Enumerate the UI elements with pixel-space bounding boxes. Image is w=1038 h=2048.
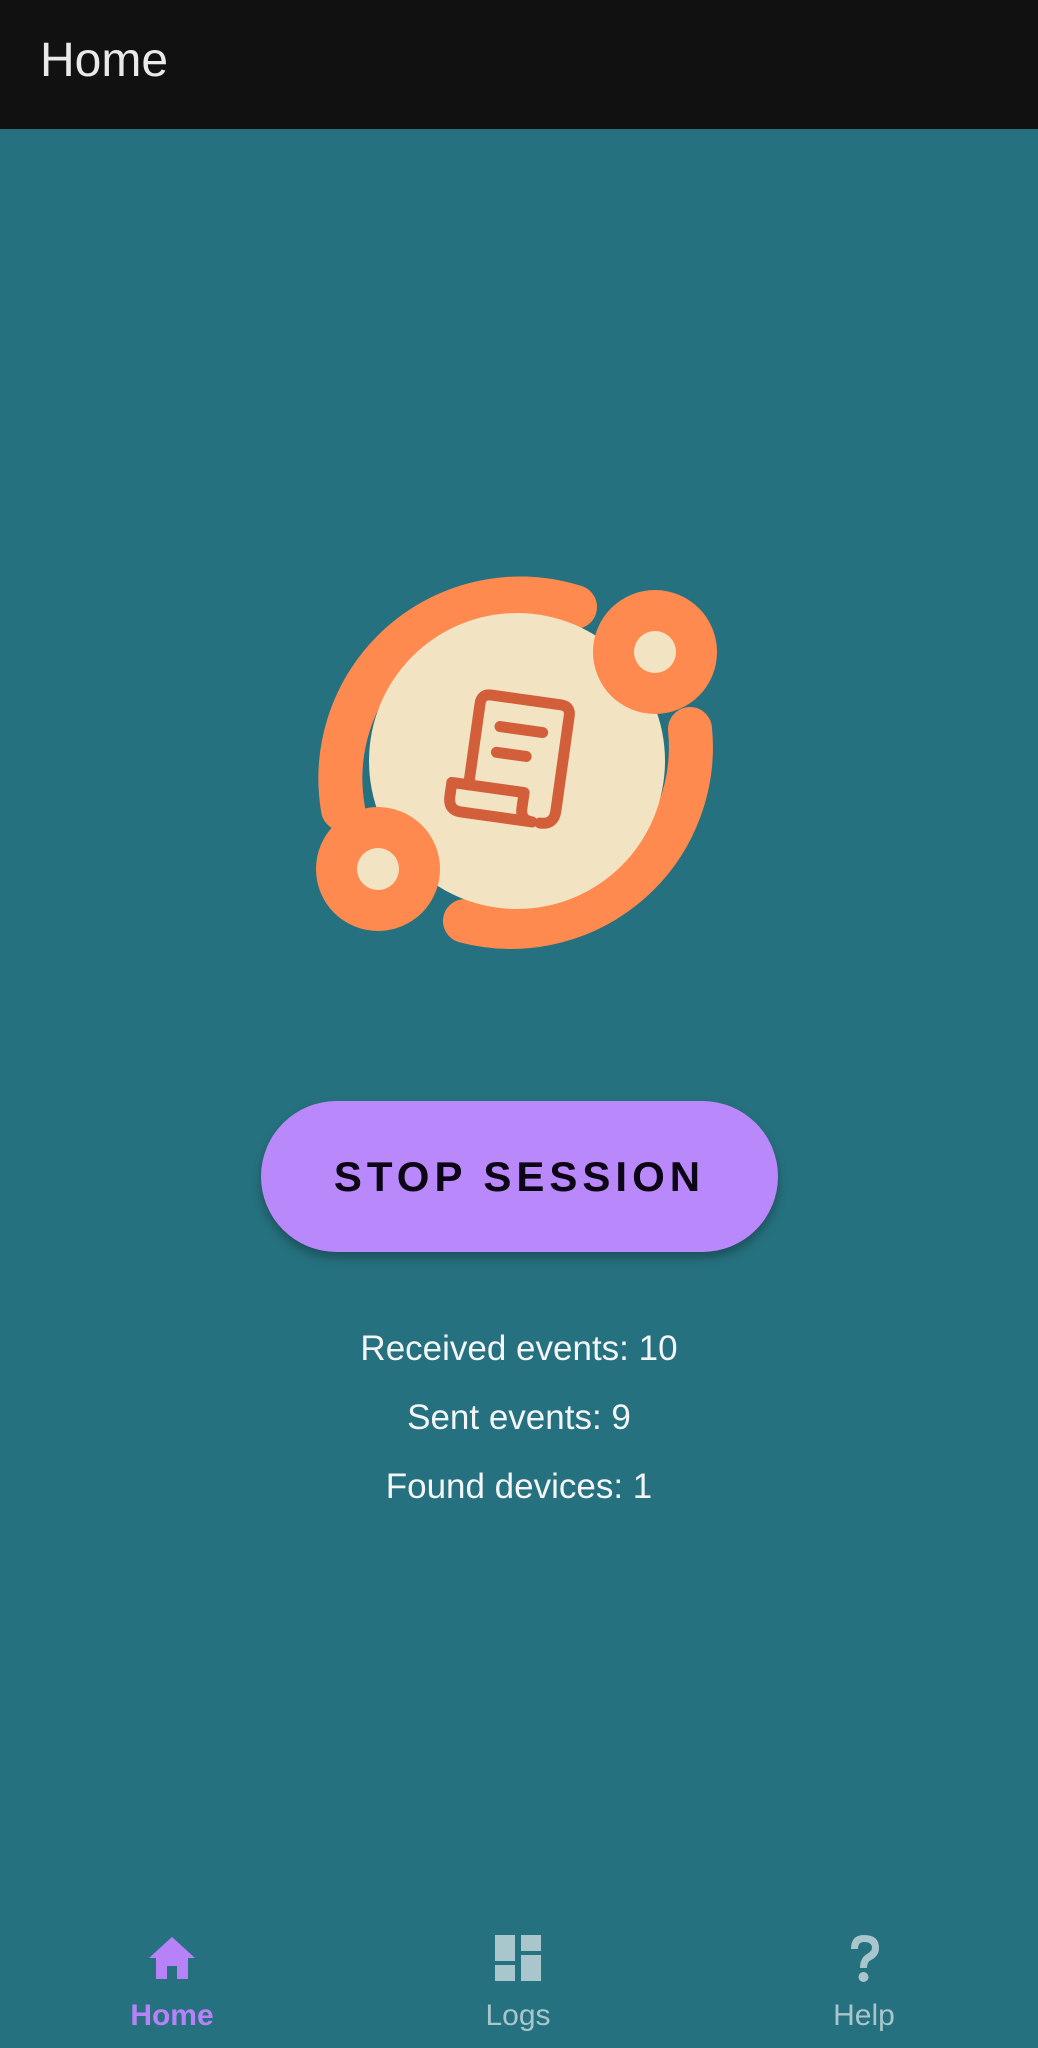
nav-item-help[interactable]: Help <box>764 1889 964 2048</box>
question-mark-icon <box>851 1935 879 1982</box>
stop-session-button[interactable]: STOP SESSION <box>261 1101 778 1252</box>
sent-events-text: Sent events: 9 <box>407 1398 631 1437</box>
found-devices-text: Found devices: 1 <box>385 1467 653 1506</box>
home-screen: STOP SESSION Received events: 10 Sent ev… <box>0 129 1038 1889</box>
scroll-sync-logo-icon <box>316 576 717 949</box>
app-bar: Home <box>0 0 1038 129</box>
nav-label-logs: Logs <box>485 1999 551 2032</box>
nav-label-help: Help <box>833 1999 895 2032</box>
received-events-text: Received events: 10 <box>360 1329 678 1368</box>
session-stats: Received events: 10 Sent events: 9 Found… <box>0 1329 1038 1536</box>
bottom-navigation: Home Logs Help <box>0 1889 1038 2048</box>
page-title: Home <box>40 34 169 87</box>
nav-item-logs[interactable]: Logs <box>418 1889 618 2048</box>
home-icon <box>149 1937 195 1979</box>
dashboard-icon <box>495 1935 541 1981</box>
nav-item-home[interactable]: Home <box>72 1889 272 2048</box>
nav-label-home: Home <box>130 1999 214 2032</box>
